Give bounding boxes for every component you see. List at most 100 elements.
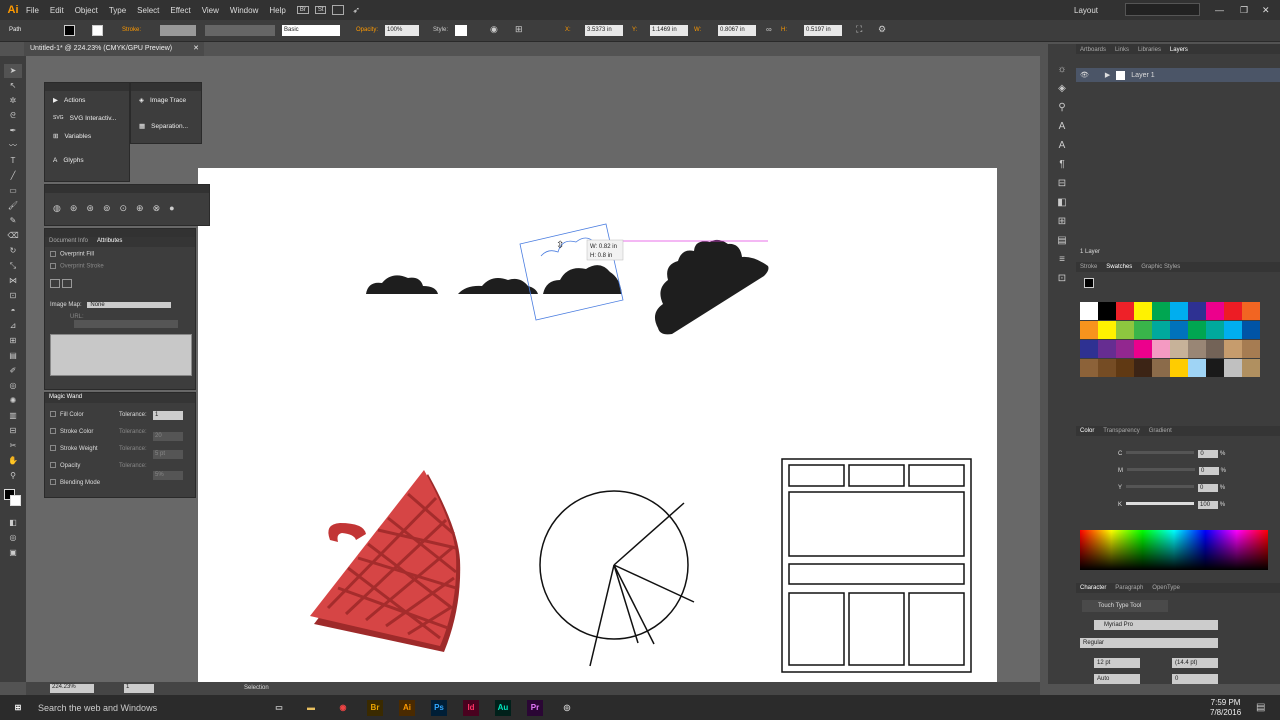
menu-effect[interactable]: Effect [170, 6, 190, 15]
swatch[interactable] [1242, 302, 1260, 320]
swatch-fill-box[interactable] [1084, 278, 1094, 288]
actions-panel-item[interactable]: ▶ Actions [45, 91, 129, 109]
swatch[interactable] [1206, 359, 1224, 377]
swatch[interactable] [1134, 359, 1152, 377]
shape-builder-tool-icon[interactable]: ◓ [4, 304, 22, 318]
swatch[interactable] [1224, 302, 1242, 320]
artboard-number-field[interactable]: 1 [124, 684, 154, 693]
tab-graphic-styles[interactable]: Graphic Styles [1141, 264, 1180, 270]
transform-panel-icon[interactable]: ⊞ [1048, 212, 1076, 231]
k-slider[interactable] [1126, 502, 1195, 505]
stroke-label[interactable]: Stroke: [122, 27, 141, 33]
cloud-shape[interactable] [543, 265, 622, 294]
y-field[interactable]: 0 [1198, 484, 1219, 492]
symbols-icon[interactable]: ⊡ [1048, 269, 1076, 288]
stroke-tolerance-field[interactable]: 20 [153, 432, 183, 441]
swatch[interactable] [1134, 321, 1152, 339]
tab-artboards[interactable]: Artboards [1080, 47, 1106, 53]
swatch[interactable] [1188, 321, 1206, 339]
tab-gradient[interactable]: Gradient [1149, 428, 1172, 434]
width-tool-icon[interactable]: ⋈ [4, 274, 22, 288]
blend-tool-icon[interactable]: ◎ [4, 379, 22, 393]
menu-file[interactable]: File [26, 6, 39, 15]
swatch[interactable] [1116, 340, 1134, 358]
symbol-sizer-icon[interactable]: ⊚ [103, 203, 111, 214]
variables-panel-item[interactable]: ⊞ Variables [45, 127, 129, 145]
stroke-weight-field[interactable] [160, 25, 196, 36]
swatch[interactable] [1188, 302, 1206, 320]
symbol-shifter-icon[interactable]: ⊛ [70, 203, 78, 214]
premiere-app-icon[interactable]: Pr [527, 699, 543, 716]
hand-tool-icon[interactable]: ✋ [4, 454, 22, 468]
large-cloud-shape[interactable] [654, 239, 769, 335]
blending-mode-checkbox[interactable] [50, 479, 56, 486]
arrange-documents-icon[interactable] [332, 5, 345, 15]
tab-libraries[interactable]: Libraries [1138, 47, 1161, 53]
tab-opentype[interactable]: OpenType [1152, 585, 1180, 591]
svg-interactivity-panel-item[interactable]: SVG SVG Interactiv... [45, 109, 129, 127]
slice-tool-icon[interactable]: ✂ [4, 439, 22, 453]
w-field[interactable]: 0.8067 in [718, 25, 756, 36]
swatch[interactable] [1224, 321, 1242, 339]
swatch[interactable] [1152, 340, 1170, 358]
variable-width-field[interactable] [205, 25, 275, 36]
shaper-tool-icon[interactable]: ✎ [4, 214, 22, 228]
swatch[interactable] [1116, 321, 1134, 339]
symbol-spinner-icon[interactable]: ⊙ [120, 203, 128, 214]
url-list-box[interactable] [50, 334, 192, 377]
close-button[interactable]: ✕ [1262, 5, 1270, 16]
stroke-swatch[interactable] [92, 25, 103, 36]
windows-start-icon[interactable]: ⊞ [10, 700, 26, 716]
zoom-tool-icon[interactable]: ⚲ [4, 469, 22, 483]
rectangle-tool-icon[interactable]: ▭ [4, 184, 22, 198]
swatch[interactable] [1242, 359, 1260, 377]
para-styles-icon[interactable]: ¶ [1048, 155, 1076, 174]
stock-button[interactable]: St [314, 6, 327, 14]
free-transform-tool-icon[interactable]: ⊡ [4, 289, 22, 303]
url-field[interactable] [74, 320, 178, 329]
audition-app-icon[interactable]: Au [495, 699, 511, 716]
artboard-tool-icon[interactable]: ⊟ [4, 424, 22, 438]
swatch[interactable] [1170, 340, 1188, 358]
swatch[interactable] [1098, 340, 1116, 358]
touch-type-button[interactable]: Touch Type Tool [1082, 600, 1168, 612]
font-style-field[interactable]: Regular [1080, 638, 1218, 648]
transform-icon[interactable]: ⛶ [856, 24, 862, 35]
m-slider[interactable] [1127, 468, 1195, 471]
color-modes-icon[interactable]: ◧ [4, 516, 22, 530]
tab-document-info[interactable]: Document Info [49, 238, 88, 244]
swatch[interactable] [1116, 359, 1134, 377]
menu-type[interactable]: Type [109, 6, 126, 15]
gradient-tool-icon[interactable]: ▤ [4, 349, 22, 363]
y-slider[interactable] [1126, 485, 1195, 488]
m-field[interactable]: 0 [1199, 467, 1219, 475]
overprint-stroke-checkbox[interactable] [50, 262, 56, 269]
close-document-icon[interactable]: ✕ [193, 44, 199, 52]
lasso-tool-icon[interactable]: ᘓ [4, 109, 22, 123]
swatch[interactable] [1224, 359, 1242, 377]
swatch[interactable] [1080, 302, 1098, 320]
notification-icon[interactable]: ▤ [1256, 702, 1265, 713]
cloud-shape[interactable] [458, 278, 538, 294]
swatch[interactable] [1242, 321, 1260, 339]
swatch[interactable] [1134, 340, 1152, 358]
screen-mode-icon[interactable]: ▣ [4, 546, 22, 560]
eyedropper-tool-icon[interactable]: ✐ [4, 364, 22, 378]
workspace-switcher[interactable]: Layout [1074, 6, 1098, 15]
align-panel-icon[interactable]: ⊟ [1048, 174, 1076, 193]
layer-row[interactable]: 👁 ▶ Layer 1 [1076, 68, 1280, 82]
symbol-stainer-icon[interactable]: ⊕ [136, 203, 144, 214]
appearance-icon[interactable]: ▤ [1048, 231, 1076, 250]
expand-arrow-icon[interactable]: ▶ [1105, 71, 1110, 79]
c-slider[interactable] [1126, 451, 1195, 454]
swatch[interactable] [1098, 302, 1116, 320]
document-tab[interactable]: Untitled-1* @ 224.23% (CMYK/GPU Preview)… [24, 42, 204, 56]
minimize-button[interactable]: — [1215, 5, 1224, 15]
chrome-icon[interactable]: ◉ [335, 700, 351, 716]
x-field[interactable]: 3.5373 in [585, 25, 623, 36]
pen-tool-icon[interactable]: ✒ [4, 124, 22, 138]
style-swatch[interactable] [455, 25, 467, 36]
menu-select[interactable]: Select [137, 6, 159, 15]
stroke-weight-checkbox[interactable] [50, 445, 56, 452]
c-field[interactable]: 0 [1198, 450, 1219, 458]
